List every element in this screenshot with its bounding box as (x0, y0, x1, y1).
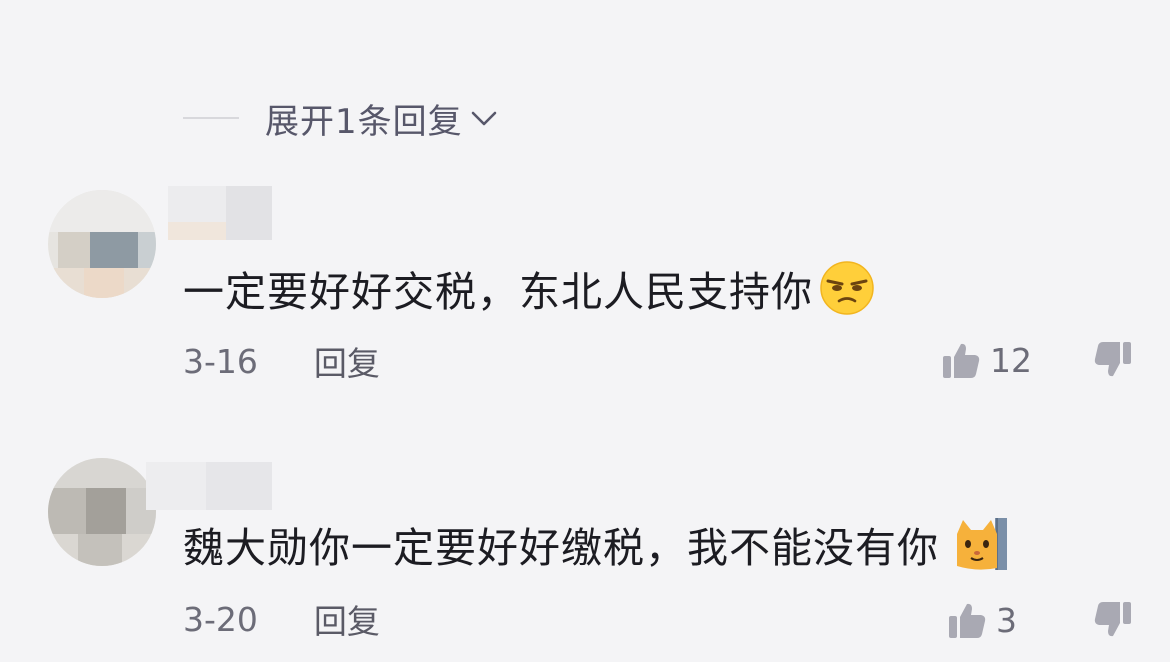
expand-replies-button[interactable]: 展开1条回复 (183, 96, 499, 142)
comment-date: 3-16 (183, 341, 258, 381)
like-count: 3 (996, 600, 1017, 640)
grumpy-face-emoji-icon (820, 261, 874, 315)
comment-body: 一定要好好交税，东北人民支持你 (183, 268, 813, 316)
comment-meta: 3-16 回复 (183, 338, 380, 384)
comment-text: 一定要好好交税，东北人民支持你 (183, 258, 875, 318)
reply-button[interactable]: 回复 (314, 595, 380, 643)
thumbs-down-icon[interactable] (1092, 599, 1134, 641)
username-blurred[interactable] (146, 462, 272, 510)
divider-line (183, 117, 239, 119)
reply-button[interactable]: 回复 (314, 337, 380, 385)
comment-body: 魏大勋你一定要好好缴税，我不能没有你 (183, 524, 939, 572)
comment-text: 魏大勋你一定要好好缴税，我不能没有你 (183, 514, 1009, 574)
avatar[interactable] (48, 190, 156, 298)
thumbs-up-icon[interactable] (940, 339, 982, 381)
thumbs-up-icon[interactable] (946, 599, 988, 641)
comment-actions: 3 (946, 596, 1134, 644)
comment-date: 3-20 (183, 599, 258, 639)
expand-replies-label: 展开1条回复 (265, 101, 463, 142)
like-count: 12 (990, 340, 1032, 380)
comment-actions: 12 (940, 336, 1134, 384)
username-blurred[interactable] (168, 186, 272, 240)
cat-peeking-emoji-icon (957, 518, 1007, 570)
comment-meta: 3-20 回复 (183, 596, 380, 642)
avatar[interactable] (48, 458, 156, 566)
chevron-down-icon (471, 111, 496, 126)
thumbs-down-icon[interactable] (1092, 339, 1134, 381)
